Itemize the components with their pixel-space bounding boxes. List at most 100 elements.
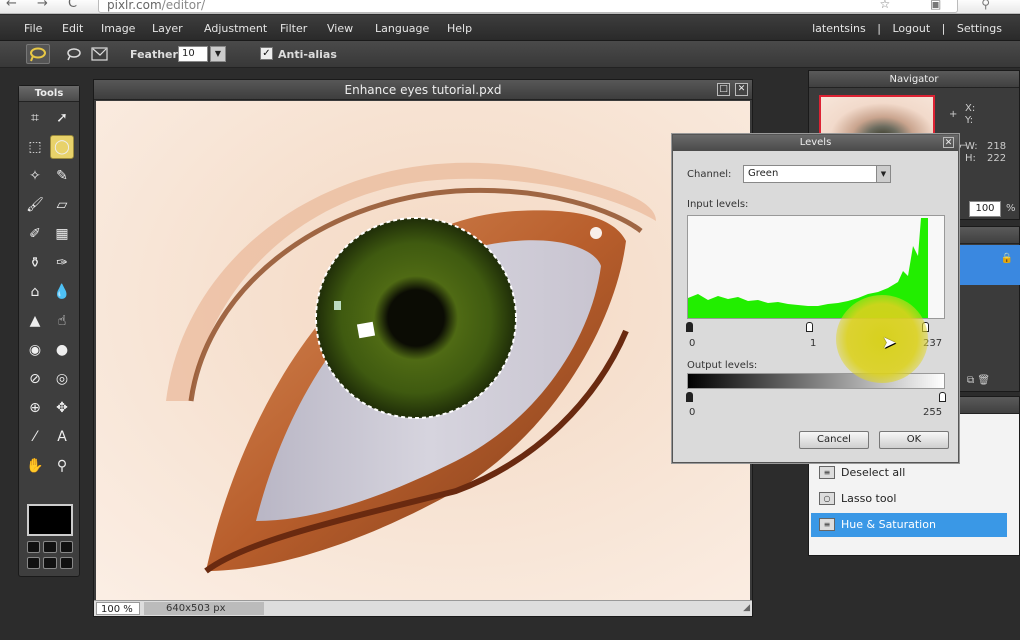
levels-close-button[interactable]: ✕: [943, 137, 954, 148]
eyedropper-icon: ⁄: [33, 429, 37, 445]
tool-color-replace[interactable]: ✑: [50, 251, 74, 275]
username-link[interactable]: latentsins: [812, 22, 866, 35]
navigator-zoom-input[interactable]: 100: [969, 201, 1001, 217]
preset-swatch[interactable]: [59, 541, 73, 553]
output-black-handle[interactable]: [686, 392, 693, 402]
menu-help[interactable]: Help: [447, 22, 472, 35]
history-item[interactable]: ○ Lasso tool: [811, 487, 1007, 511]
tool-marquee[interactable]: ⬚: [23, 135, 47, 159]
menu-image[interactable]: Image: [101, 22, 135, 35]
lock-icon[interactable]: 🔒: [1001, 253, 1013, 264]
selected-layer[interactable]: [959, 245, 1020, 285]
wand-icon: ✧: [29, 168, 41, 184]
preset-swatch[interactable]: [27, 556, 41, 569]
stamp-icon: ⚱: [29, 255, 41, 271]
tool-burn[interactable]: ●: [50, 338, 74, 362]
tool-smudge[interactable]: ☝: [50, 309, 74, 333]
tool-lasso[interactable]: ◯: [50, 135, 74, 159]
tool-gradient[interactable]: ▦: [50, 222, 74, 246]
preset-swatch[interactable]: [43, 541, 57, 553]
settings-link[interactable]: Settings: [957, 22, 1002, 35]
image-canvas[interactable]: [96, 101, 750, 602]
output-black-value: 0: [689, 407, 696, 418]
browser-nav-icons[interactable]: ← → C: [6, 0, 85, 11]
nav-w-label: W:: [965, 141, 978, 152]
marquee-icon: ⬚: [28, 139, 42, 155]
burn-icon: ●: [55, 342, 69, 358]
input-gamma-handle[interactable]: [806, 322, 813, 332]
navigator-title: Navigator: [809, 71, 1019, 88]
levels-title: Levels: [673, 135, 958, 151]
primary-color-swatch[interactable]: [27, 504, 73, 536]
history-item[interactable]: ≡ Deselect all: [811, 461, 1007, 485]
tool-bloat[interactable]: ⊕: [23, 396, 47, 420]
tool-brush[interactable]: 🖌: [23, 193, 47, 217]
cancel-button[interactable]: Cancel: [799, 431, 869, 449]
feather-label: Feather:: [130, 48, 183, 61]
tool-wand[interactable]: ✧: [23, 164, 47, 188]
history-item[interactable]: ≡ Hue & Saturation: [811, 513, 1007, 537]
tool-spot-heal[interactable]: ⌂: [23, 280, 47, 304]
tool-crop[interactable]: ⌗: [23, 106, 47, 130]
preset-swatch[interactable]: [43, 556, 57, 569]
tool-sponge[interactable]: ◉: [23, 338, 47, 362]
tool-move[interactable]: ➚: [50, 106, 74, 130]
lasso-tool-option[interactable]: [26, 44, 50, 64]
menu-adjustment[interactable]: Adjustment: [204, 22, 267, 35]
adjust-icon: ≡: [819, 518, 835, 531]
output-white-handle[interactable]: [939, 392, 946, 402]
ok-button[interactable]: OK: [879, 431, 949, 449]
input-levels-label: Input levels:: [687, 199, 749, 210]
tool-pencil[interactable]: ✎: [50, 164, 74, 188]
tool-hand[interactable]: ✋: [23, 454, 47, 478]
url-path: /editor/: [161, 0, 206, 12]
smudge-icon: ☝: [57, 313, 67, 329]
close-button[interactable]: ✕: [735, 83, 748, 96]
tool-eyedropper[interactable]: ⁄: [23, 425, 47, 449]
tool-pinch[interactable]: ✥: [50, 396, 74, 420]
maximize-button[interactable]: □: [717, 83, 730, 96]
tool-blur[interactable]: 💧: [50, 280, 74, 304]
output-levels-label: Output levels:: [687, 360, 758, 371]
layer-action-icons[interactable]: ⧉ 🗑: [967, 375, 990, 386]
preset-swatch[interactable]: [59, 556, 73, 569]
nav-y-label: Y:: [965, 115, 974, 126]
input-black-value: 0: [689, 338, 696, 349]
antialias-checkbox[interactable]: ✓: [260, 47, 273, 60]
image-size: 640x503 px: [144, 602, 264, 615]
zoom-field[interactable]: 100 %: [96, 602, 140, 615]
tool-type[interactable]: A: [50, 425, 74, 449]
feather-dropdown-button[interactable]: ▼: [210, 46, 226, 62]
feather-input[interactable]: 10: [178, 46, 208, 62]
menu-view[interactable]: View: [327, 22, 353, 35]
channel-label: Channel:: [687, 169, 732, 180]
menu-filter[interactable]: Filter: [280, 22, 307, 35]
menu-layer[interactable]: Layer: [152, 22, 183, 35]
tool-dodge[interactable]: ⊘: [23, 367, 47, 391]
menu-separator: |: [941, 22, 946, 35]
tool-sharpen[interactable]: ▲: [23, 309, 47, 333]
menu-language[interactable]: Language: [375, 22, 429, 35]
resize-grip-icon[interactable]: ◢: [743, 603, 750, 613]
tool-red-eye[interactable]: ◎: [50, 367, 74, 391]
pinch-icon: ✥: [56, 400, 68, 416]
browser-action-icons[interactable]: ☆ ▣ ⚲: [879, 0, 1008, 11]
tool-replace-color[interactable]: ✐: [23, 222, 47, 246]
channel-select[interactable]: Green ▼: [743, 165, 891, 183]
tool-zoom[interactable]: ⚲: [50, 454, 74, 478]
address-bar[interactable]: pixlr.com/editor/: [98, 0, 958, 13]
menu-edit[interactable]: Edit: [62, 22, 83, 35]
lasso-polygon-icon: [91, 47, 108, 61]
tool-stamp[interactable]: ⚱: [23, 251, 47, 275]
nav-w-value: 218: [987, 141, 1007, 152]
input-black-handle[interactable]: [686, 322, 693, 332]
move-icon: ➚: [56, 110, 68, 126]
nav-h-value: 222: [987, 153, 1007, 164]
menu-file[interactable]: File: [24, 22, 42, 35]
preset-swatch[interactable]: [27, 541, 41, 553]
lasso-freehand-option[interactable]: [62, 44, 86, 64]
logout-link[interactable]: Logout: [892, 22, 930, 35]
close-icon: ✕: [944, 138, 953, 148]
tool-eraser[interactable]: ▱: [50, 193, 74, 217]
lasso-polygon-option[interactable]: [88, 44, 112, 64]
